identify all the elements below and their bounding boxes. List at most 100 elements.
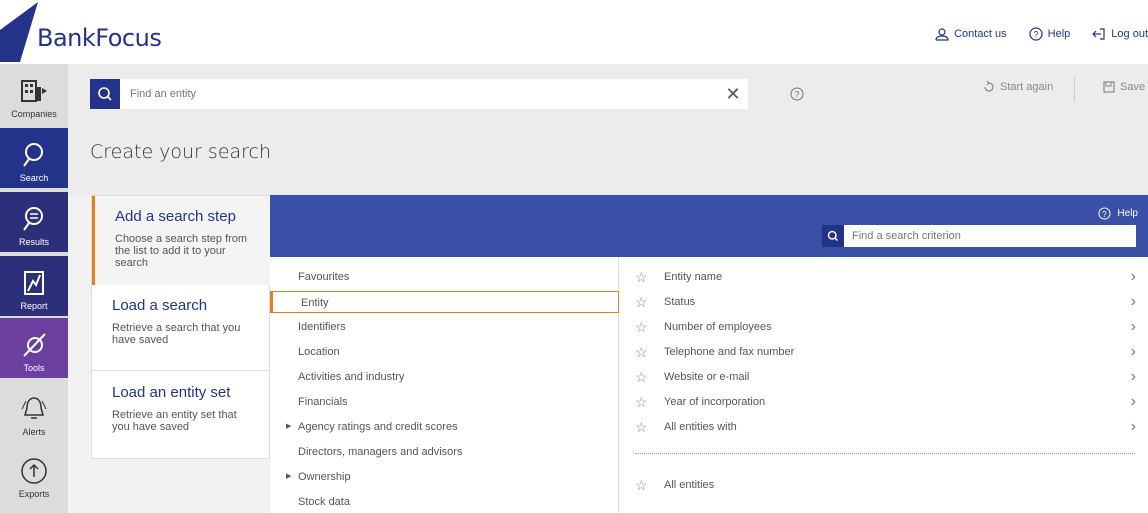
- entity-search-input[interactable]: [120, 80, 718, 108]
- rail-item-alerts[interactable]: Alerts: [0, 382, 68, 442]
- rail-label-report: Report: [20, 301, 48, 311]
- criterion-all-entities-with[interactable]: ☆ All entities with ›: [619, 416, 1148, 438]
- criterion-employees[interactable]: ☆ Number of employees ›: [619, 316, 1148, 338]
- star-icon[interactable]: ☆: [635, 316, 648, 338]
- category-stock-data[interactable]: Stock data: [270, 491, 619, 513]
- criterion-telephone[interactable]: ☆ Telephone and fax number ›: [619, 341, 1148, 363]
- start-again-button[interactable]: Start again: [982, 80, 1053, 94]
- restart-icon: [984, 80, 994, 92]
- search-icon: [98, 87, 112, 101]
- header-links: Contact us ? Help Log out: [935, 27, 1148, 41]
- entity-search-box: ✕: [90, 79, 748, 109]
- svg-text:?: ?: [794, 90, 799, 100]
- criterion-label: Year of incorporation: [664, 396, 766, 408]
- star-icon[interactable]: ☆: [635, 474, 648, 496]
- category-ratings[interactable]: ▶ Agency ratings and credit scores: [270, 416, 619, 438]
- help-circle-icon[interactable]: ?: [790, 87, 804, 101]
- logo-icon: [0, 2, 38, 62]
- companies-icon: [21, 80, 47, 102]
- help-circle-icon: ?: [1029, 27, 1043, 41]
- step-divider: [92, 370, 271, 371]
- category-financials[interactable]: Financials: [270, 391, 619, 413]
- star-icon[interactable]: ☆: [635, 366, 648, 388]
- step-title: Add a search step: [115, 208, 236, 225]
- rail-label-tools: Tools: [23, 363, 45, 373]
- star-icon[interactable]: ☆: [635, 416, 648, 438]
- chevron-right-icon: ›: [1130, 368, 1136, 385]
- search-icon: [827, 230, 839, 242]
- step-add-search[interactable]: Add a search step Choose a search step f…: [92, 196, 271, 285]
- category-label: Entity: [301, 297, 329, 309]
- search-icon: [23, 143, 43, 167]
- rail-label-search: Search: [19, 173, 49, 183]
- criterion-status[interactable]: ☆ Status ›: [619, 291, 1148, 313]
- clear-search-icon[interactable]: ✕: [718, 84, 748, 105]
- rail-item-companies[interactable]: Companies: [0, 64, 68, 124]
- criterion-search-input[interactable]: [844, 230, 1136, 242]
- rail-item-search[interactable]: Search: [0, 128, 68, 188]
- app-header: BankFocus Contact us ? Help Log out: [0, 0, 1148, 64]
- chevron-right-icon: ›: [1130, 318, 1136, 335]
- user-icon: [935, 28, 949, 41]
- rail-label-exports: Exports: [18, 489, 50, 499]
- step-description: Choose a search step from the list to ad…: [115, 233, 248, 269]
- criterion-website[interactable]: ☆ Website or e-mail ›: [619, 366, 1148, 388]
- brand-name[interactable]: BankFocus: [37, 24, 162, 52]
- search-steps-panel: Add a search step Choose a search step f…: [91, 195, 271, 459]
- step-load-entity-set[interactable]: Load an entity set Retrieve an entity se…: [92, 372, 271, 458]
- star-icon[interactable]: ☆: [635, 266, 648, 288]
- help-link[interactable]: ? Help: [1029, 27, 1070, 41]
- category-label: Financials: [298, 396, 348, 408]
- step-description: Retrieve a search that you have saved: [112, 322, 241, 346]
- category-entity[interactable]: Entity: [270, 291, 619, 313]
- expand-arrow-icon: ▶: [286, 473, 292, 480]
- logout-link[interactable]: Log out: [1092, 27, 1148, 41]
- rail-label-results: Results: [18, 237, 49, 247]
- star-icon[interactable]: ☆: [635, 391, 648, 413]
- category-label: Ownership: [298, 471, 351, 483]
- save-button[interactable]: Save: [1102, 80, 1145, 94]
- rail-item-results[interactable]: Results: [0, 192, 68, 252]
- criterion-label: Status: [664, 296, 696, 308]
- logout-label: Log out: [1111, 28, 1148, 40]
- category-identifiers[interactable]: Identifiers: [270, 316, 619, 338]
- criterion-search-button[interactable]: [822, 225, 844, 247]
- criterion-entity-name[interactable]: ☆ Entity name ›: [619, 266, 1148, 288]
- report-icon: [24, 271, 44, 295]
- criteria-header: ? Help: [270, 195, 1148, 257]
- step-load-search[interactable]: Load a search Retrieve a search that you…: [92, 285, 271, 373]
- category-label: Favourites: [298, 271, 350, 283]
- criteria-list: ☆ Entity name › ☆ Status › ☆ Number of e…: [619, 257, 1148, 513]
- category-ownership[interactable]: ▶ Ownership: [270, 466, 619, 488]
- search-toolbar: ✕ ? Start again Save Create your search: [68, 64, 1148, 195]
- star-icon[interactable]: ☆: [635, 341, 648, 363]
- criteria-help-button[interactable]: ? Help: [1098, 207, 1138, 220]
- category-label: Activities and industry: [298, 371, 405, 383]
- rail-item-exports[interactable]: Exports: [0, 444, 68, 504]
- step-title: Load a search: [112, 297, 208, 314]
- category-location[interactable]: Location: [270, 341, 619, 363]
- chevron-right-icon: ›: [1130, 418, 1136, 435]
- criterion-year[interactable]: ☆ Year of incorporation ›: [619, 391, 1148, 413]
- contact-us-label: Contact us: [954, 28, 1007, 40]
- category-label: Location: [298, 346, 340, 358]
- contact-us-link[interactable]: Contact us: [935, 27, 1007, 41]
- category-label: Stock data: [298, 496, 350, 508]
- criterion-all-entities[interactable]: ☆ All entities: [619, 474, 1148, 496]
- entity-search-button[interactable]: [90, 79, 120, 109]
- criterion-label: Telephone and fax number: [664, 346, 795, 358]
- help-circle-icon: ?: [1098, 207, 1111, 220]
- step-title: Load an entity set: [112, 384, 231, 401]
- rail-label-companies: Companies: [11, 109, 57, 119]
- tools-icon: [23, 333, 46, 357]
- category-activities[interactable]: Activities and industry: [270, 366, 619, 388]
- rail-item-tools[interactable]: Tools: [0, 318, 68, 378]
- category-favourites[interactable]: Favourites: [270, 266, 619, 288]
- star-icon[interactable]: ☆: [635, 291, 648, 313]
- svg-text:?: ?: [1033, 30, 1038, 40]
- criterion-search-box: [822, 225, 1136, 247]
- rail-item-report[interactable]: Report: [0, 256, 68, 316]
- page-title: Create your search: [90, 141, 272, 163]
- save-label: Save: [1120, 81, 1146, 93]
- category-directors[interactable]: Directors, managers and advisors: [270, 441, 619, 463]
